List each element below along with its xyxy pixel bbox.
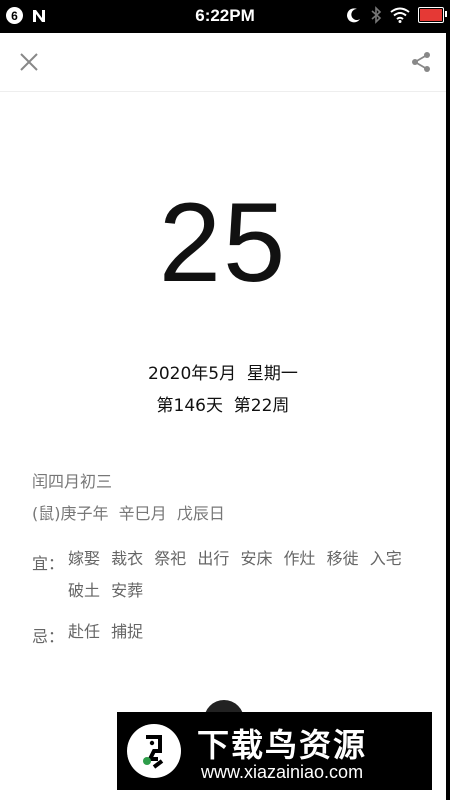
watermark-url: www.xiazainiao.com — [201, 762, 364, 782]
suitable-item: 安葬 — [111, 581, 144, 600]
wifi-icon — [390, 7, 410, 23]
watermark: 下载鸟资源 www.xiazainiao.com — [117, 712, 432, 790]
avoid-item: 赴任 — [68, 622, 101, 641]
suitable-item: 入宅 — [369, 549, 402, 568]
screen-edge — [446, 33, 450, 800]
battery-icon — [418, 7, 447, 23]
calendar-detail-page: 25 2020年5月 星期一 第146天 第22周 闰四月初三 (鼠)庚子年 辛… — [0, 33, 446, 800]
watermark-logo — [127, 724, 181, 778]
day-week-of-year: 第146天 第22周 — [156, 396, 290, 416]
suitable-list: 嫁娶 裁衣 祭祀 出行 安床 作灶 移徙 入宅 破土 安葬 — [68, 543, 418, 607]
avoid-list: 赴任 捕捉 — [68, 616, 418, 648]
ganzhi-date: (鼠)庚子年 辛巳月 戊辰日 — [32, 504, 225, 523]
suitable-item: 裁衣 — [111, 549, 144, 568]
moon-icon — [346, 7, 362, 23]
suitable-item: 移徙 — [326, 549, 359, 568]
suitable-item: 出行 — [197, 549, 230, 568]
close-icon — [20, 53, 38, 71]
status-right — [346, 6, 447, 24]
lunar-date: 闰四月初三 — [32, 472, 113, 491]
year-month-weekday: 2020年5月 星期一 — [148, 364, 298, 384]
suitable-item: 破土 — [68, 581, 101, 600]
suitable-item: 祭祀 — [154, 549, 187, 568]
close-button[interactable] — [14, 47, 44, 77]
avoid-label: 忌： — [32, 627, 65, 646]
suitable-item: 作灶 — [283, 549, 316, 568]
watermark-title: 下载鸟资源 — [197, 726, 368, 764]
suitable-item: 嫁娶 — [68, 549, 101, 568]
share-button[interactable] — [406, 47, 436, 77]
share-icon — [412, 52, 430, 72]
suitable-label: 宜： — [32, 554, 65, 573]
toolbar — [0, 33, 446, 92]
status-bar: 6 6:22PM — [0, 0, 450, 33]
avoid-item: 捕捉 — [111, 622, 144, 641]
suitable-item: 安床 — [240, 549, 273, 568]
day-number: 25 — [158, 180, 288, 305]
bluetooth-icon — [370, 6, 382, 24]
